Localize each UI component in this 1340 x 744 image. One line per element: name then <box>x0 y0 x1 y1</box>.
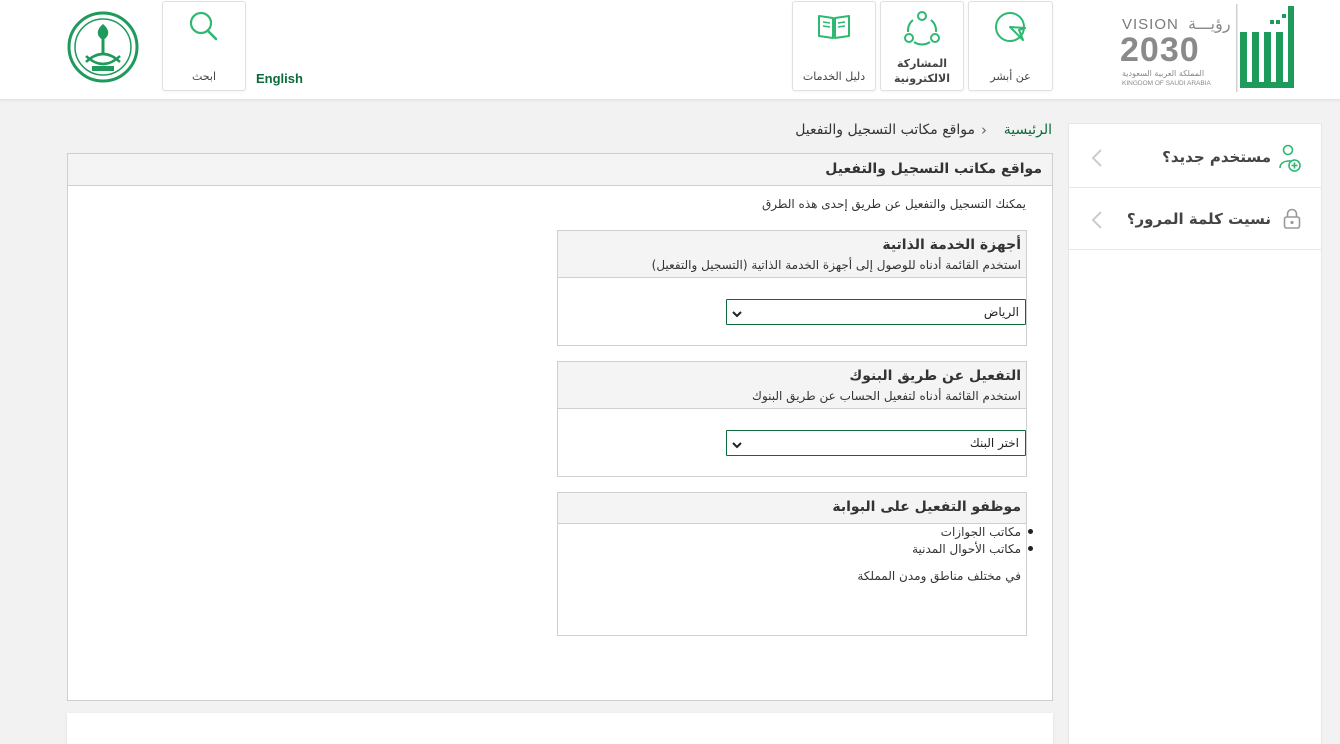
sidebar: مستخدم جديد؟ نسيت كلمة المرور؟ <box>1068 123 1322 744</box>
share-network-icon <box>903 10 941 50</box>
city-select[interactable]: الرياض <box>726 299 1026 325</box>
lock-icon <box>1283 208 1301 234</box>
banks-subtitle: استخدم القائمة أدناه لتفعيل الحساب عن طر… <box>752 389 1021 403</box>
nav-e-participation-label: المشاركة الالكترونية <box>894 57 950 85</box>
kiosks-subtitle: استخدم القائمة أدناه للوصول إلى أجهزة ال… <box>651 258 1021 272</box>
chevron-left-icon <box>1091 210 1103 234</box>
breadcrumb-current: مواقع مكاتب التسجيل والتفعيل <box>795 122 975 138</box>
vision-year: 2030 <box>1120 31 1200 69</box>
city-select-value: الرياض <box>983 305 1019 319</box>
panel-header: مواقع مكاتب التسجيل والتفعيل <box>68 154 1052 186</box>
kiosks-header: أجهزة الخدمة الذاتية استخدم القائمة أدنا… <box>558 231 1026 278</box>
banks-section: التفعيل عن طريق البنوك استخدم القائمة أد… <box>557 361 1027 477</box>
employees-section: موظفو التفعيل على البوابة مكاتب الجوازات… <box>557 492 1033 636</box>
kingdom-arabic: المملكة العربية السعودية <box>1122 69 1205 78</box>
add-user-icon <box>1279 144 1301 176</box>
search-icon <box>187 10 221 48</box>
cursor-icon <box>993 10 1029 50</box>
nav-services-guide-label: دليل الخدمات <box>802 70 866 83</box>
nav-services-guide[interactable]: دليل الخدمات <box>792 1 876 91</box>
nav-about-absher[interactable]: عن أبشر <box>968 1 1053 91</box>
banks-title: التفعيل عن طريق البنوك <box>849 368 1021 384</box>
kiosks-section: أجهزة الخدمة الذاتية استخدم القائمة أدنا… <box>557 230 1027 346</box>
open-book-icon <box>816 10 852 46</box>
bank-select[interactable]: اختر البنك <box>726 430 1026 456</box>
sidebar-item-new-user[interactable]: مستخدم جديد؟ <box>1069 126 1321 188</box>
sidebar-item-label: نسيت كلمة المرور؟ <box>1126 210 1271 228</box>
offices-list: مكاتب الجوازات مكاتب الأحوال المدنية <box>561 525 1033 559</box>
search-button[interactable]: ابحث <box>162 1 246 91</box>
absher-logo[interactable] <box>1236 4 1300 92</box>
kiosks-title: أجهزة الخدمة الذاتية <box>882 237 1021 253</box>
sidebar-item-forgot-password[interactable]: نسيت كلمة المرور؟ <box>1069 188 1321 250</box>
vision-2030-logo: VISION رؤيـــة 2030 المملكة العربية السع… <box>1118 14 1231 90</box>
nav-e-participation[interactable]: المشاركة الالكترونية <box>880 1 964 91</box>
nav-about-label: عن أبشر <box>990 70 1031 83</box>
bottom-card <box>67 713 1053 744</box>
sidebar-item-label: مستخدم جديد؟ <box>1162 148 1271 166</box>
employees-header: موظفو التفعيل على البوابة <box>558 493 1026 524</box>
employees-title: موظفو التفعيل على البوابة <box>832 499 1021 515</box>
page-title: مواقع مكاتب التسجيل والتفعيل <box>825 161 1042 177</box>
ministry-emblem-logo <box>66 10 140 84</box>
breadcrumb-home-link[interactable]: الرئيسية <box>1004 122 1052 138</box>
search-label: ابحث <box>191 70 217 83</box>
chevron-left-icon <box>1091 148 1103 172</box>
bullet <box>1028 529 1033 534</box>
language-switch[interactable]: English <box>256 71 303 86</box>
kingdom-english: KINGDOM OF SAUDI ARABIA <box>1122 80 1211 87</box>
breadcrumb-separator: › <box>981 121 987 139</box>
chevron-down-icon <box>731 436 743 455</box>
intro-text: يمكنك التسجيل والتفعيل عن طريق إحدى هذه … <box>761 197 1026 211</box>
bank-select-value: اختر البنك <box>969 436 1019 450</box>
main-panel: مواقع مكاتب التسجيل والتفعيل يمكنك التسج… <box>67 153 1053 701</box>
chevron-down-icon <box>731 305 743 324</box>
list-item: مكاتب الأحوال المدنية <box>561 542 1033 559</box>
list-item: مكاتب الجوازات <box>561 525 1033 542</box>
top-header: VISION رؤيـــة 2030 المملكة العربية السع… <box>0 0 1340 100</box>
banks-header: التفعيل عن طريق البنوك استخدم القائمة أد… <box>558 362 1026 409</box>
employees-note: في مختلف مناطق ومدن المملكة <box>857 569 1021 583</box>
bullet <box>1028 546 1033 551</box>
